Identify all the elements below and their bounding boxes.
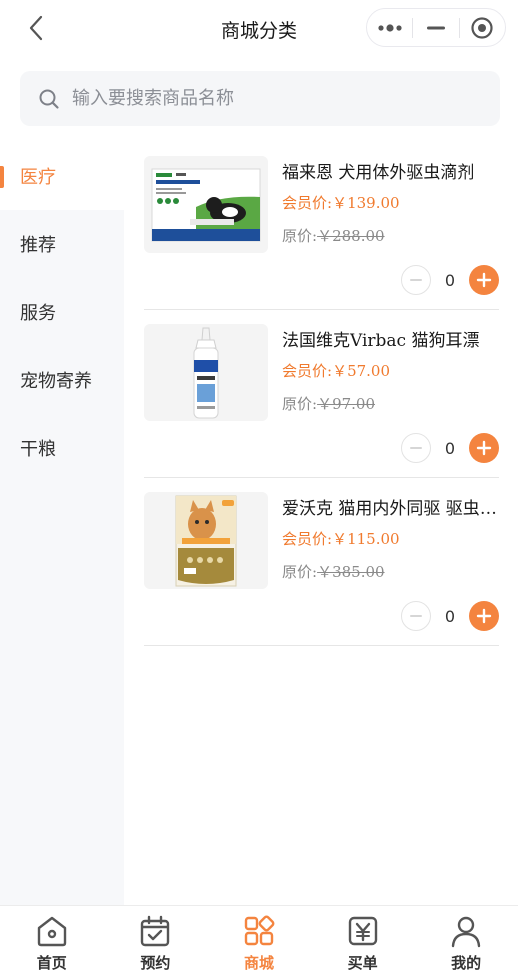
product-name[interactable]: 福来恩 犬用体外驱虫滴剂 (282, 158, 498, 183)
product-card[interactable]: 法国维克Virbac 猫狗耳漂 会员价:￥57.00 原价:￥97.00 0 (144, 310, 499, 478)
mini-program-capsule (366, 8, 506, 47)
ear-cleaner-bottle-image (193, 327, 219, 418)
tab-label: 首页 (36, 954, 67, 972)
decrease-button[interactable] (401, 601, 431, 631)
sidebar-item-dry-food[interactable]: 干粮 (0, 414, 124, 482)
quantity-stepper: 0 (401, 432, 499, 464)
sidebar-item-label: 服务 (20, 303, 56, 324)
quantity-stepper: 0 (401, 600, 499, 632)
user-icon (451, 916, 481, 948)
product-image[interactable] (144, 324, 268, 421)
original-price-value: ￥288.00 (317, 227, 385, 245)
plus-icon (476, 440, 492, 456)
plus-icon (476, 272, 492, 288)
category-sidebar: 医疗 推荐 服务 宠物寄养 干粮 (0, 142, 124, 905)
yen-bill-icon (348, 916, 377, 946)
plus-icon (476, 608, 492, 624)
original-price: 原价:￥288.00 (282, 225, 385, 246)
sidebar-item-medical[interactable]: 医疗 (0, 142, 124, 210)
original-price-label: 原价: (282, 227, 318, 245)
product-image[interactable] (144, 156, 268, 253)
minus-icon (410, 447, 422, 449)
tab-pay[interactable]: 买单 (311, 906, 415, 975)
product-list: 福来恩 犬用体外驱虫滴剂 会员价:￥139.00 原价:￥288.00 0 法国… (124, 142, 518, 905)
tab-profile[interactable]: 我的 (414, 906, 518, 975)
tab-home[interactable]: 首页 (0, 906, 104, 975)
original-price: 原价:￥385.00 (282, 561, 385, 582)
calendar-check-icon (141, 915, 170, 947)
member-price: 会员价:￥115.00 (282, 528, 400, 549)
member-price-label: 会员价: (282, 530, 333, 548)
more-dots-icon (378, 23, 402, 32)
product-card[interactable]: 爱沃克 猫用内外同驱 驱虫滴剂 会员价:￥115.00 原价:￥385.00 0 (144, 478, 499, 646)
target-circle-icon (471, 16, 493, 39)
original-price: 原价:￥97.00 (282, 393, 375, 414)
decrease-button[interactable] (401, 433, 431, 463)
sidebar-item-label: 干粮 (20, 439, 56, 460)
product-name[interactable]: 爱沃克 猫用内外同驱 驱虫滴剂 (282, 494, 498, 519)
quantity-stepper: 0 (401, 264, 499, 296)
member-price-label: 会员价: (282, 362, 333, 380)
sidebar-item-pet-boarding[interactable]: 宠物寄养 (0, 346, 124, 414)
flea-treatment-box-image (151, 168, 261, 241)
original-price-label: 原价: (282, 395, 318, 413)
sidebar-item-recommended[interactable]: 推荐 (0, 210, 124, 278)
search-icon (39, 89, 59, 109)
minus-icon (410, 615, 422, 617)
tab-label: 买单 (347, 954, 378, 972)
search-section (0, 56, 518, 142)
decrease-button[interactable] (401, 265, 431, 295)
member-price: 会员价:￥57.00 (282, 360, 390, 381)
close-button[interactable] (460, 9, 505, 46)
tab-label: 商城 (243, 954, 274, 972)
member-price-label: 会员价: (282, 194, 333, 212)
home-icon (37, 916, 66, 947)
product-image[interactable] (144, 492, 268, 589)
member-price-value: ￥115.00 (332, 530, 400, 548)
quantity-value: 0 (444, 270, 456, 290)
minimize-icon (426, 26, 445, 29)
more-button[interactable] (367, 9, 412, 46)
increase-button[interactable] (469, 265, 499, 295)
search-box[interactable] (20, 71, 500, 126)
product-name[interactable]: 法国维克Virbac 猫狗耳漂 (282, 326, 498, 351)
grid-apps-icon (244, 915, 275, 946)
search-input[interactable] (72, 88, 472, 109)
nav-bar: 商城分类 (0, 0, 518, 56)
increase-button[interactable] (469, 601, 499, 631)
sidebar-item-label: 医疗 (20, 167, 56, 188)
product-card[interactable]: 福来恩 犬用体外驱虫滴剂 会员价:￥139.00 原价:￥288.00 0 (144, 142, 499, 310)
cat-dewormer-pack-image (175, 495, 237, 586)
original-price-value: ￥385.00 (317, 563, 385, 581)
tab-appointment[interactable]: 预约 (104, 906, 208, 975)
member-price-value: ￥57.00 (332, 362, 391, 380)
increase-button[interactable] (469, 433, 499, 463)
bottom-tab-bar: 首页 预约 商城 买单 我的 (0, 905, 518, 975)
original-price-label: 原价: (282, 563, 318, 581)
quantity-value: 0 (444, 438, 456, 458)
sidebar-item-label: 推荐 (20, 235, 56, 256)
original-price-value: ￥97.00 (317, 395, 376, 413)
minimize-button[interactable] (413, 9, 458, 46)
sidebar-item-services[interactable]: 服务 (0, 278, 124, 346)
sidebar-item-label: 宠物寄养 (20, 371, 92, 392)
minus-icon (410, 279, 422, 281)
tab-label: 我的 (451, 954, 482, 972)
member-price: 会员价:￥139.00 (282, 192, 400, 213)
tab-label: 预约 (140, 954, 171, 972)
quantity-value: 0 (444, 606, 456, 626)
member-price-value: ￥139.00 (332, 194, 400, 212)
tab-mall[interactable]: 商城 (207, 906, 311, 975)
